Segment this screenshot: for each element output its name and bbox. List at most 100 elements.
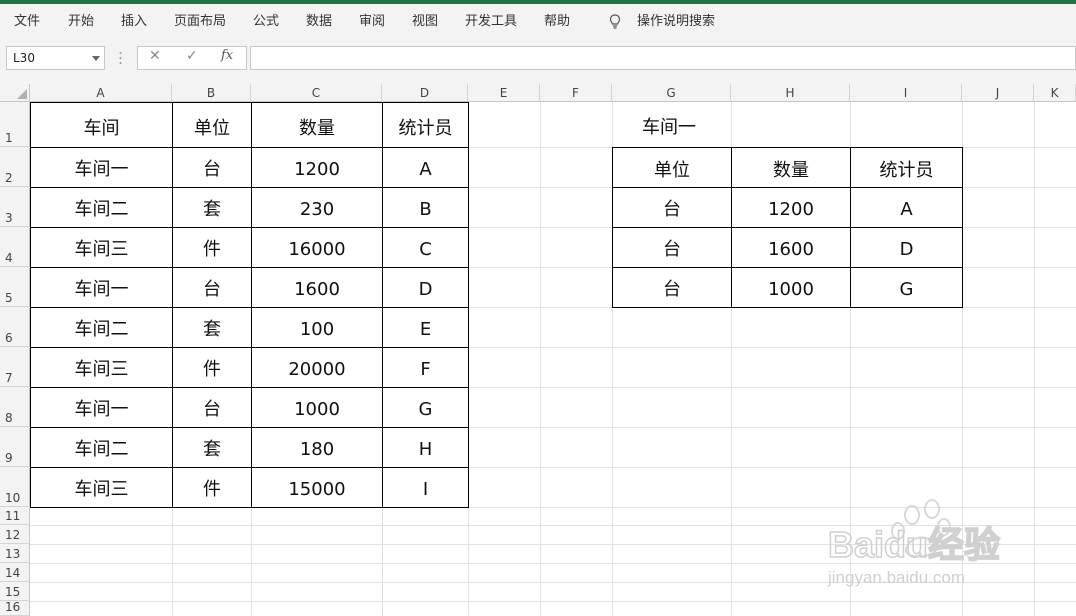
row-header-12[interactable]: 12 [0,525,30,544]
table1-header-cell[interactable]: 统计员 [382,102,469,148]
tab-page-layout[interactable]: 页面布局 [174,10,226,29]
tab-developer[interactable]: 开发工具 [465,10,517,29]
table2-data-cell[interactable]: 台 [612,187,732,228]
table1-data-cell[interactable]: 16000 [251,227,383,268]
column-header-g[interactable]: G [612,84,731,102]
table1-data-cell[interactable]: 台 [172,147,252,188]
table1-data-cell[interactable]: 车间二 [30,307,173,348]
column-header-k[interactable]: K [1034,84,1076,102]
table2-data-cell[interactable]: 1000 [731,267,851,308]
row-header-16[interactable]: 16 [0,600,30,616]
table1-data-cell[interactable]: 车间三 [30,347,173,388]
row-header-1[interactable]: 1 [0,102,30,147]
insert-function-icon[interactable]: fx [221,48,233,63]
row-header-7[interactable]: 7 [0,347,30,387]
column-header-d[interactable]: D [382,84,468,102]
row-header-8[interactable]: 8 [0,387,30,427]
table1-data-cell[interactable]: C [382,227,469,268]
column-header-a[interactable]: A [30,84,172,102]
table1-data-cell[interactable]: 15000 [251,467,383,508]
table1-data-cell[interactable]: 套 [172,187,252,228]
column-header-e[interactable]: E [468,84,540,102]
table1-data-cell[interactable]: 车间三 [30,227,173,268]
tab-file[interactable]: 文件 [14,10,40,29]
tab-view[interactable]: 视图 [412,10,438,29]
drag-handle-icon[interactable] [119,51,122,65]
row-header-9[interactable]: 9 [0,427,30,467]
table1-data-cell[interactable]: 车间二 [30,427,173,468]
worksheet-grid[interactable]: A B C D E F G H I J K 1 2 3 4 5 6 7 8 9 10 11 12 13 14 15 16 车间 单位 数量… [0,84,1076,616]
table2-title-cell[interactable]: 车间一 [612,102,732,148]
table2-data-cell[interactable]: 台 [612,267,732,308]
column-header-j[interactable]: J [962,84,1034,102]
row-header-14[interactable]: 14 [0,563,30,582]
table1-header-cell[interactable]: 单位 [172,102,252,148]
row-header-13[interactable]: 13 [0,544,30,563]
table1-data-cell[interactable]: 套 [172,307,252,348]
tab-insert[interactable]: 插入 [121,10,147,29]
tab-data[interactable]: 数据 [306,10,332,29]
table1-data-cell[interactable]: 1000 [251,387,383,428]
name-box-dropdown-icon[interactable] [92,56,100,61]
column-header-f[interactable]: F [540,84,612,102]
table1-data-cell[interactable]: G [382,387,469,428]
table1-data-cell[interactable]: 20000 [251,347,383,388]
row-header-10[interactable]: 10 [0,467,30,507]
table1-data-cell[interactable]: 车间一 [30,387,173,428]
table2-data-cell[interactable]: 1200 [731,187,851,228]
table1-data-cell[interactable]: 台 [172,387,252,428]
table1-data-cell[interactable]: 件 [172,347,252,388]
formula-input[interactable] [250,46,1076,70]
table1-data-cell[interactable]: 180 [251,427,383,468]
select-all-corner[interactable] [0,84,30,102]
row-header-2[interactable]: 2 [0,147,30,187]
table1-data-cell[interactable]: F [382,347,469,388]
table1-data-cell[interactable]: 套 [172,427,252,468]
table1-data-cell[interactable]: 件 [172,227,252,268]
row-header-4[interactable]: 4 [0,227,30,267]
table1-data-cell[interactable]: A [382,147,469,188]
table2-data-cell[interactable]: G [850,267,963,308]
table1-data-cell[interactable]: 件 [172,467,252,508]
table1-data-cell[interactable]: E [382,307,469,348]
tab-formulas[interactable]: 公式 [253,10,279,29]
table2-data-cell[interactable]: 1600 [731,227,851,268]
cancel-icon[interactable]: ✕ [149,48,161,64]
tab-review[interactable]: 审阅 [359,10,385,29]
column-header-h[interactable]: H [731,84,850,102]
table1-header-cell[interactable]: 车间 [30,102,173,148]
table2-header-cell[interactable]: 统计员 [850,147,963,188]
row-header-5[interactable]: 5 [0,267,30,307]
table2-header-cell[interactable]: 数量 [731,147,851,188]
table1-data-cell[interactable]: 1200 [251,147,383,188]
tab-help[interactable]: 帮助 [544,10,570,29]
table1-data-cell[interactable]: 车间二 [30,187,173,228]
table1-data-cell[interactable]: 车间三 [30,467,173,508]
tab-home[interactable]: 开始 [68,10,94,29]
column-header-c[interactable]: C [251,84,382,102]
name-box[interactable]: L30 [6,46,105,70]
column-header-b[interactable]: B [172,84,251,102]
row-header-3[interactable]: 3 [0,187,30,227]
table2-data-cell[interactable]: D [850,227,963,268]
tell-me-search[interactable]: 操作说明搜索 [637,10,715,29]
row-header-11[interactable]: 11 [0,507,30,525]
table1-data-cell[interactable]: H [382,427,469,468]
table2-data-cell[interactable]: A [850,187,963,228]
row-header-15[interactable]: 15 [0,582,30,601]
table1-data-cell[interactable]: I [382,467,469,508]
table1-data-cell[interactable]: 230 [251,187,383,228]
table1-data-cell[interactable]: 台 [172,267,252,308]
table2-header-cell[interactable]: 单位 [612,147,732,188]
table1-data-cell[interactable]: 车间一 [30,267,173,308]
table1-data-cell[interactable]: 1600 [251,267,383,308]
table1-data-cell[interactable]: 车间一 [30,147,173,188]
table1-data-cell[interactable]: D [382,267,469,308]
row-header-6[interactable]: 6 [0,307,30,347]
table1-data-cell[interactable]: B [382,187,469,228]
column-header-i[interactable]: I [850,84,962,102]
enter-icon[interactable]: ✓ [186,48,198,64]
table2-data-cell[interactable]: 台 [612,227,732,268]
table1-data-cell[interactable]: 100 [251,307,383,348]
table1-header-cell[interactable]: 数量 [251,102,383,148]
